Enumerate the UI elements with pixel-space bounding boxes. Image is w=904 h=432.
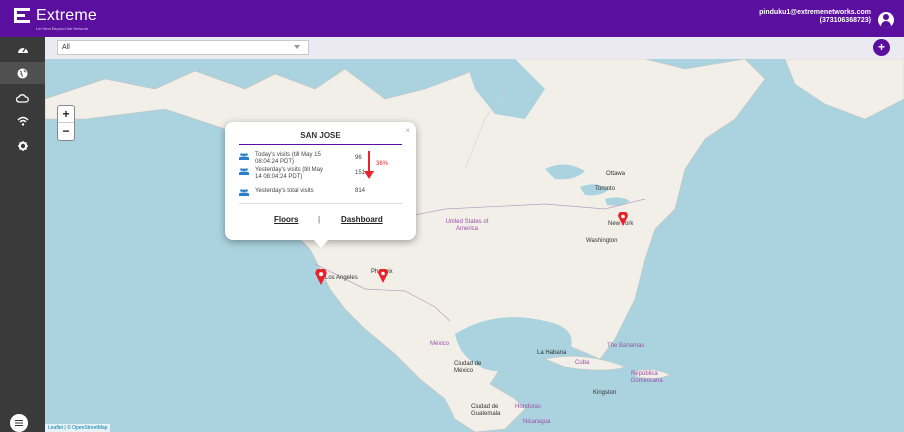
map-label-bahamas: The Bahamas: [607, 343, 645, 349]
map-attribution[interactable]: Leaflet | © OpenStreetMap: [45, 424, 111, 432]
map-label-mexicocity: Ciudad de México: [454, 361, 482, 374]
people-icon: [239, 153, 249, 160]
hamburger-icon: [15, 420, 23, 426]
map-label-guatemala: Ciudad de Guatemala: [471, 404, 501, 417]
sidebar: [0, 37, 45, 432]
map-label-kingston: Kingston: [593, 390, 617, 396]
add-button[interactable]: +: [873, 39, 890, 56]
app-root: Extreme Let Next Beyond the Network pind…: [0, 0, 904, 432]
stat-today-value: 96: [355, 155, 362, 161]
map-label-washington: Washington: [586, 238, 618, 244]
filter-bar: All +: [45, 37, 904, 59]
people-icon: [239, 189, 249, 196]
map-view[interactable]: Ottawa Toronto New York Washington Unite…: [45, 59, 904, 432]
extreme-logo-mark-icon: [14, 8, 30, 26]
user-email: pinduku1@extremenetworks.com: [759, 9, 871, 16]
zoom-in-button[interactable]: +: [58, 106, 74, 123]
map-tiles: [45, 59, 904, 432]
floors-link[interactable]: Floors: [274, 215, 298, 224]
chevron-down-icon: [294, 45, 300, 49]
brand-tagline: Let Next Beyond the Network: [36, 26, 89, 31]
map-label-dominican: República Dominicana: [631, 371, 663, 384]
map-label-losangeles: Los Angeles: [325, 275, 358, 281]
map-label-lahabana: La Habana: [537, 350, 567, 356]
sidebar-item-settings[interactable]: [0, 135, 45, 157]
wifi-icon: [17, 116, 28, 126]
dashboard-icon: [17, 47, 28, 53]
stat-today-label: Today's visits (till May 15 08:04:24 PDT…: [255, 152, 321, 165]
map-label-nicaragua: Nicaragua: [523, 419, 551, 425]
sidebar-item-dashboard[interactable]: [0, 38, 45, 60]
popup-divider-bottom: [239, 203, 402, 204]
stat-total-value: 814: [355, 188, 366, 194]
user-info[interactable]: pinduku1@extremenetworks.com (3731063687…: [759, 9, 871, 25]
site-popup: × SAN JOSE Today's visits (till May 15 0…: [225, 122, 416, 248]
trend-down-arrow-icon: [364, 151, 374, 179]
stat-yesterday-total: Yesterday's total visits 814: [239, 188, 369, 198]
people-icon: [239, 168, 249, 175]
site-filter-value: All: [62, 44, 70, 51]
top-header: Extreme Let Next Beyond the Network pind…: [0, 0, 904, 37]
sidebar-item-cloud[interactable]: [0, 87, 45, 109]
map-label-mexico: México: [430, 341, 450, 347]
map-pin-san-jose[interactable]: [315, 269, 327, 285]
user-avatar-icon[interactable]: [878, 12, 894, 28]
map-label-toronto: Toronto: [595, 186, 616, 192]
map-pin-phoenix[interactable]: [378, 269, 388, 283]
user-account-id: (373106368723): [819, 17, 871, 24]
link-separator: |: [318, 215, 321, 224]
stat-yesterday-visits: Yesterday's visits (till May 14 08:04:24…: [239, 167, 369, 181]
map-label-honduras: Honduras: [515, 404, 542, 410]
stat-today-visits: Today's visits (till May 15 08:04:24 PDT…: [239, 152, 369, 166]
cloud-icon: [16, 93, 29, 103]
menu-toggle-button[interactable]: [10, 414, 28, 432]
gear-icon: [17, 141, 28, 151]
brand-name: Extreme: [36, 7, 97, 24]
map-label-usa: United States of America: [445, 219, 489, 232]
plus-icon: +: [877, 40, 885, 54]
trend-percentage: 36%: [376, 161, 389, 167]
popup-pointer: [313, 239, 329, 248]
map-label-cuba: Cuba: [575, 360, 590, 366]
site-filter-select[interactable]: All: [57, 40, 309, 55]
map-pin-new-york[interactable]: [618, 212, 628, 226]
sidebar-item-locations[interactable]: [0, 62, 45, 84]
map-label-ottawa: Ottawa: [606, 171, 626, 177]
dashboard-link[interactable]: Dashboard: [341, 215, 383, 224]
zoom-out-button[interactable]: −: [58, 123, 74, 140]
stat-yesterday-label: Yesterday's visits (till May 14 08:04:24…: [255, 167, 323, 180]
sidebar-item-wireless[interactable]: [0, 110, 45, 132]
zoom-controls: + −: [57, 105, 75, 141]
extreme-logo[interactable]: Extreme Let Next Beyond the Network: [14, 7, 97, 31]
globe-icon: [17, 68, 28, 78]
stat-total-label: Yesterday's total visits: [255, 188, 314, 194]
popup-divider: [239, 144, 402, 145]
popup-title: SAN JOSE: [300, 131, 341, 140]
